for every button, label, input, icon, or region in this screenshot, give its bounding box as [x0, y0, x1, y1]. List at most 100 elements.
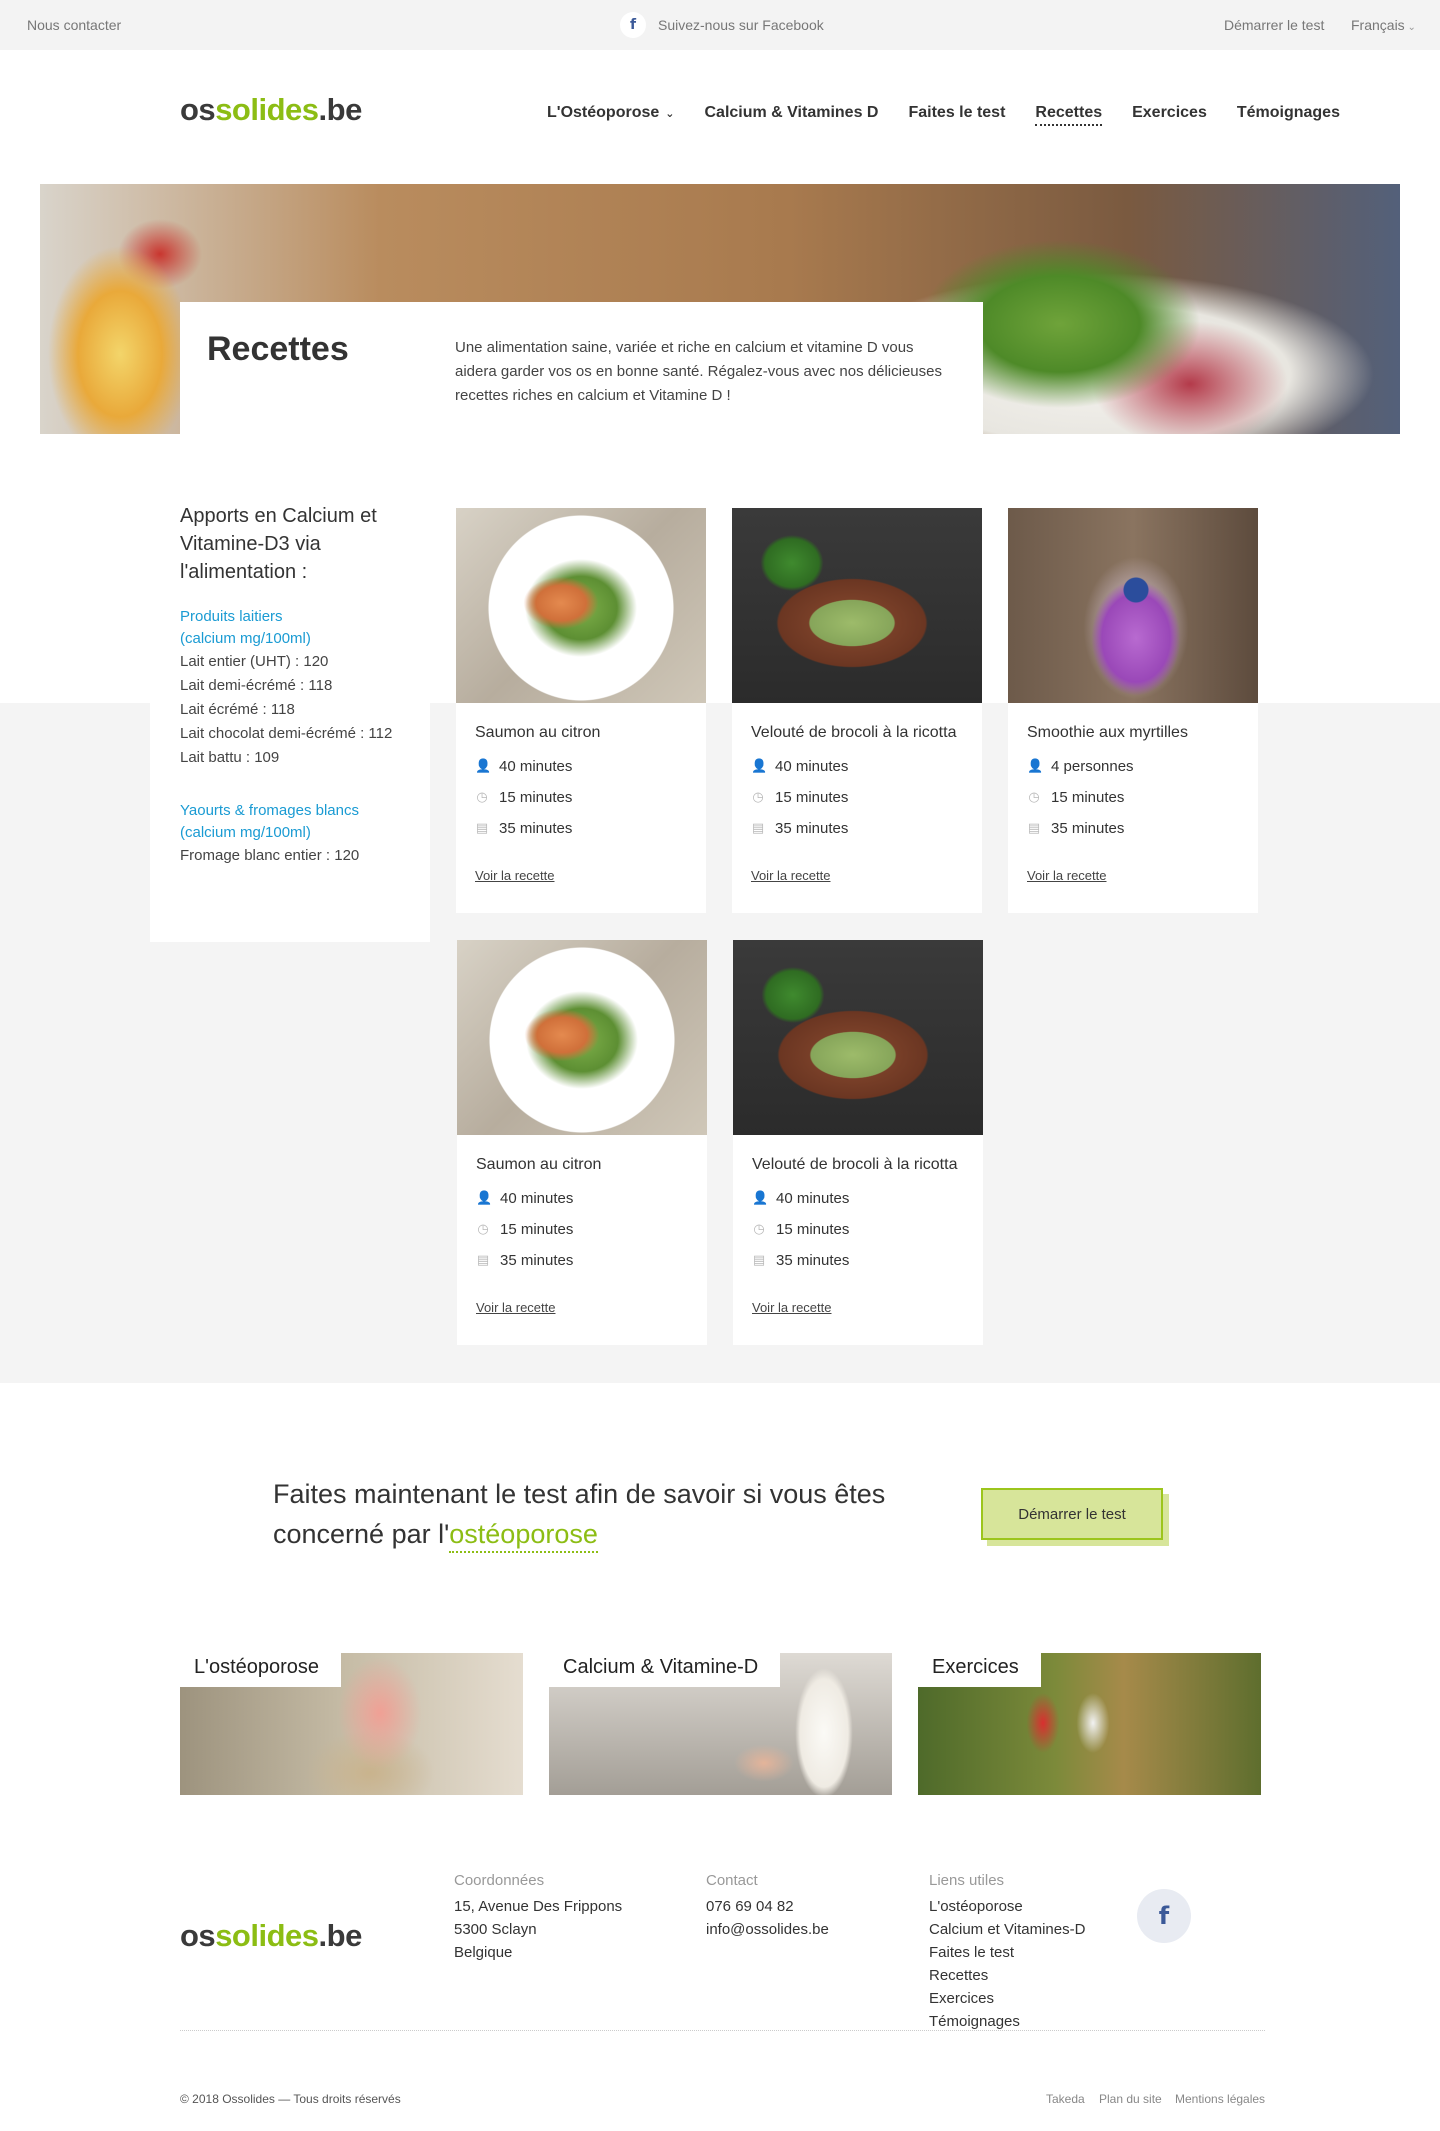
person-icon: 👤 — [476, 1191, 493, 1206]
recipe-image[interactable] — [732, 508, 982, 703]
recipe-people: 👤 40 minutes — [751, 758, 848, 775]
clock-icon: ◷ — [752, 790, 764, 805]
recipe-cook: ▤ 35 minutes — [752, 1252, 850, 1269]
recipe-people-value: 40 minutes — [776, 1190, 850, 1207]
pot-icon: ▤ — [475, 821, 489, 836]
recipe-cook-value: 35 minutes — [500, 1252, 574, 1269]
nav-item-exercices[interactable]: Exercices — [1132, 104, 1207, 122]
cta-highlight[interactable]: ostéoporose — [449, 1519, 598, 1553]
person-icon: 👤 — [751, 759, 768, 774]
recipe-card[interactable]: Velouté de brocoli à la ricotta 👤 40 minu… — [732, 508, 982, 913]
recipe-card[interactable]: Saumon au citron 👤 40 minutes ◷ 15 minutes… — [456, 508, 706, 913]
logo-part-os: os — [180, 1918, 216, 1953]
tile-exercices[interactable]: Exercices — [918, 1653, 1261, 1795]
recipe-people-value: 40 minutes — [499, 758, 573, 775]
recipe-link[interactable]: Voir la recette — [752, 1300, 832, 1315]
footer-link-legal[interactable]: Mentions légales — [1175, 2092, 1265, 2106]
recipe-image[interactable] — [456, 508, 706, 703]
recipe-people: 👤 4 personnes — [1027, 758, 1134, 775]
top-bar: Nous contacter f Suivez-nous sur Faceboo… — [0, 0, 1440, 50]
recipe-link[interactable]: Voir la recette — [475, 868, 555, 883]
start-test-button[interactable]: Démarrer le test — [981, 1488, 1163, 1540]
pot-icon: ▤ — [751, 821, 765, 836]
chevron-down-icon: ⌄ — [665, 108, 675, 120]
facebook-icon[interactable]: f — [1137, 1889, 1191, 1943]
nav-item-recettes[interactable]: Recettes — [1035, 104, 1102, 126]
footer-email[interactable]: info@ossolides.be — [706, 1918, 829, 1941]
pot-icon: ▤ — [752, 1253, 766, 1268]
recipe-people: 👤 40 minutes — [752, 1190, 849, 1207]
sidebar-group-unit: (calcium mg/100ml) — [180, 824, 311, 841]
sidebar-item: Lait demi-écrémé : 118 — [180, 677, 333, 694]
recipe-image[interactable] — [1008, 508, 1258, 703]
recipe-prep-value: 15 minutes — [776, 1221, 850, 1238]
recipe-card[interactable]: Velouté de brocoli à la ricotta 👤 40 minu… — [733, 940, 983, 1345]
page-title: Recettes — [207, 330, 349, 368]
tile-osteoporose[interactable]: L'ostéoporose — [180, 1653, 523, 1795]
nav-item-osteoporose[interactable]: L'Ostéoporose ⌄ — [547, 104, 674, 122]
recipe-prep-value: 15 minutes — [500, 1221, 574, 1238]
recipe-people-value: 40 minutes — [500, 1190, 574, 1207]
footer-link[interactable]: Faites le test — [929, 1941, 1085, 1964]
tile-calcium[interactable]: Calcium & Vitamine-D — [549, 1653, 892, 1795]
language-select[interactable]: Français — [1351, 17, 1416, 33]
contact-link[interactable]: Nous contacter — [27, 17, 121, 33]
recipe-card[interactable]: Smoothie aux myrtilles 👤 4 personnes ◷ 15 … — [1008, 508, 1258, 913]
footer-col-title: Liens utiles — [929, 1872, 1005, 1889]
footer-link-sitemap[interactable]: Plan du site — [1099, 2092, 1162, 2106]
person-icon: 👤 — [752, 1191, 769, 1206]
recipe-people-value: 4 personnes — [1051, 758, 1134, 775]
recipe-prep: ◷ 15 minutes — [752, 1221, 849, 1238]
recipe-people: 👤 40 minutes — [476, 1190, 573, 1207]
recipe-cook: ▤ 35 minutes — [751, 820, 849, 837]
sidebar-item: Fromage blanc entier : 120 — [180, 847, 360, 864]
sidebar-item: Lait battu : 109 — [180, 749, 280, 766]
recipe-title: Saumon au citron — [476, 1156, 602, 1173]
recipe-title: Velouté de brocoli à la ricotta — [752, 1156, 958, 1173]
start-test-link[interactable]: Démarrer le test — [1224, 17, 1324, 33]
nav-item-test[interactable]: Faites le test — [908, 104, 1005, 122]
footer-link[interactable]: Recettes — [929, 1964, 1085, 1987]
recipe-prep: ◷ 15 minutes — [475, 789, 572, 806]
clock-icon: ◷ — [476, 790, 488, 805]
logo-part-be: .be — [318, 1918, 363, 1953]
recipe-people: 👤 40 minutes — [475, 758, 572, 775]
recipe-cook-value: 35 minutes — [775, 820, 849, 837]
recipe-link[interactable]: Voir la recette — [476, 1300, 556, 1315]
footer-link[interactable]: Exercices — [929, 1987, 1085, 2010]
sidebar-item: Lait écrémé : 118 — [180, 701, 295, 718]
tile-label: L'ostéoporose — [180, 1653, 342, 1687]
sidebar-item: Lait chocolat demi-écrémé : 112 — [180, 725, 393, 742]
footer-line: Belgique — [454, 1944, 513, 1961]
clock-icon: ◷ — [1028, 790, 1040, 805]
person-icon: 👤 — [475, 759, 492, 774]
sidebar-group-unit: (calcium mg/100ml) — [180, 630, 311, 647]
recipe-cook-value: 35 minutes — [499, 820, 573, 837]
recipe-link[interactable]: Voir la recette — [1027, 868, 1107, 883]
facebook-follow-label: Suivez-nous sur Facebook — [658, 17, 824, 33]
facebook-icon: f — [620, 12, 646, 38]
logo-part-solides: solides — [215, 92, 319, 127]
recipe-image[interactable] — [457, 940, 707, 1135]
sidebar-item: Lait entier (UHT) : 120 — [180, 653, 329, 670]
footer-link[interactable]: L'ostéoporose — [929, 1895, 1085, 1918]
footer-logo[interactable]: ossolides.be — [180, 1918, 362, 1954]
footer-contact: Contact 076 69 04 82 info@ossolides.be — [706, 1869, 829, 1941]
footer-divider — [180, 2030, 1265, 2031]
recipe-title: Saumon au citron — [475, 724, 601, 741]
recipe-card[interactable]: Saumon au citron 👤 40 minutes ◷ 15 minutes… — [457, 940, 707, 1345]
hero-intro: Une alimentation saine, variée et riche … — [455, 339, 942, 404]
site-logo[interactable]: ossolides.be — [180, 92, 362, 128]
nav-item-temoignages[interactable]: Témoignages — [1237, 104, 1340, 122]
footer-phone[interactable]: 076 69 04 82 — [706, 1895, 829, 1918]
footer-link-takeda[interactable]: Takeda — [1046, 2092, 1085, 2106]
recipe-cook-value: 35 minutes — [776, 1252, 850, 1269]
recipe-prep-value: 15 minutes — [1051, 789, 1125, 806]
footer-col-title: Contact — [706, 1872, 758, 1889]
sidebar-title: Apports en Calcium et Vitamine-D3 via l'… — [180, 505, 377, 583]
footer-link[interactable]: Calcium et Vitamines-D — [929, 1918, 1085, 1941]
nav-item-calcium[interactable]: Calcium & Vitamines D — [704, 104, 878, 122]
facebook-follow-link[interactable]: f Suivez-nous sur Facebook — [620, 12, 824, 38]
recipe-link[interactable]: Voir la recette — [751, 868, 831, 883]
recipe-image[interactable] — [733, 940, 983, 1135]
